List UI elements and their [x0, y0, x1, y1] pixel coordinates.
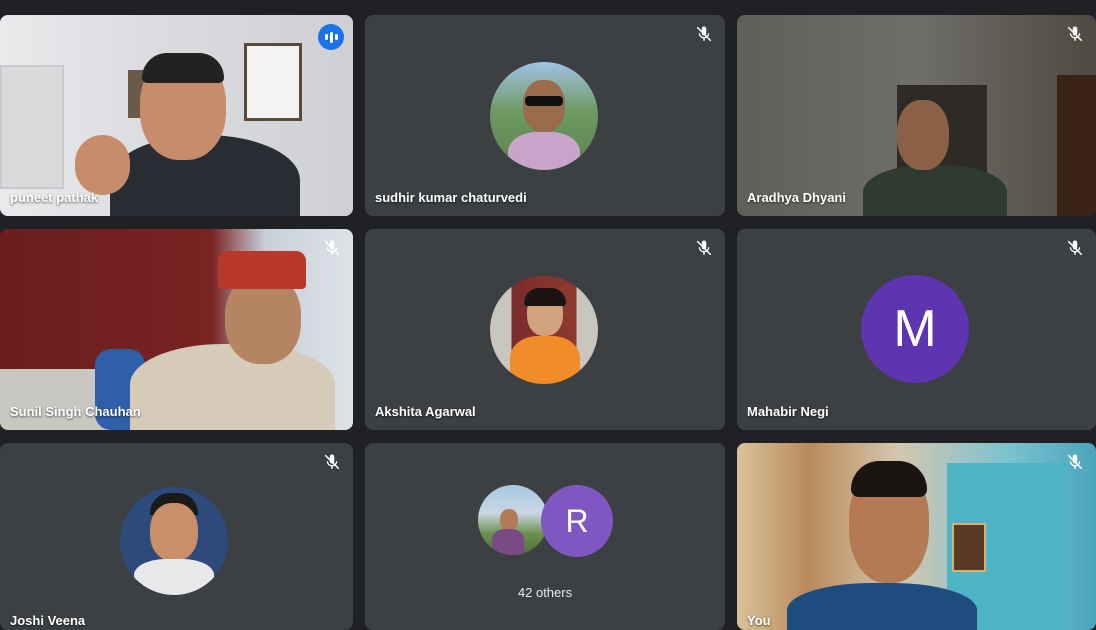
- participant-name: Mahabir Negi: [747, 404, 829, 419]
- participant-name: Sunil Singh Chauhan: [10, 404, 141, 419]
- participant-tile-puneet-pathak[interactable]: puneet pathak: [0, 15, 353, 216]
- mic-off-icon: [695, 239, 713, 257]
- participant-video: [0, 229, 353, 430]
- participant-tile-you[interactable]: You: [737, 443, 1096, 630]
- participant-name: You: [747, 613, 771, 628]
- participant-video: [737, 15, 1096, 216]
- participant-name: Akshita Agarwal: [375, 404, 476, 419]
- participant-name: Aradhya Dhyani: [747, 190, 846, 205]
- participant-tile-mahabir-negi[interactable]: M Mahabir Negi: [737, 229, 1096, 430]
- participant-tile-aradhya-dhyani[interactable]: Aradhya Dhyani: [737, 15, 1096, 216]
- avatar: [120, 487, 228, 595]
- mic-off-icon: [323, 239, 341, 257]
- speaking-indicator-icon: [318, 24, 344, 50]
- mic-off-icon: [1066, 453, 1084, 471]
- participant-tile-joshi-veena[interactable]: Joshi Veena: [0, 443, 353, 630]
- others-count-label: 42 others: [517, 585, 573, 600]
- participant-name: puneet pathak: [10, 190, 99, 205]
- participant-tile-sudhir-kumar-chaturvedi[interactable]: sudhir kumar chaturvedi: [365, 15, 725, 216]
- mic-off-icon: [1066, 25, 1084, 43]
- participant-name: Joshi Veena: [10, 613, 86, 628]
- others-tile[interactable]: R 42 others: [365, 443, 725, 630]
- participant-video: [0, 15, 353, 216]
- avatar: [478, 485, 548, 555]
- mic-off-icon: [323, 453, 341, 471]
- avatar: [490, 276, 598, 384]
- participant-tile-sunil-singh-chauhan[interactable]: Sunil Singh Chauhan: [0, 229, 353, 430]
- avatar: [490, 62, 598, 170]
- avatar-initial: M: [861, 275, 969, 383]
- mic-off-icon: [695, 25, 713, 43]
- participant-name: sudhir kumar chaturvedi: [375, 190, 527, 205]
- mic-off-icon: [1066, 239, 1084, 257]
- avatar-initial: R: [541, 485, 613, 557]
- participant-video: [737, 443, 1096, 630]
- participant-tile-akshita-agarwal[interactable]: Akshita Agarwal: [365, 229, 725, 430]
